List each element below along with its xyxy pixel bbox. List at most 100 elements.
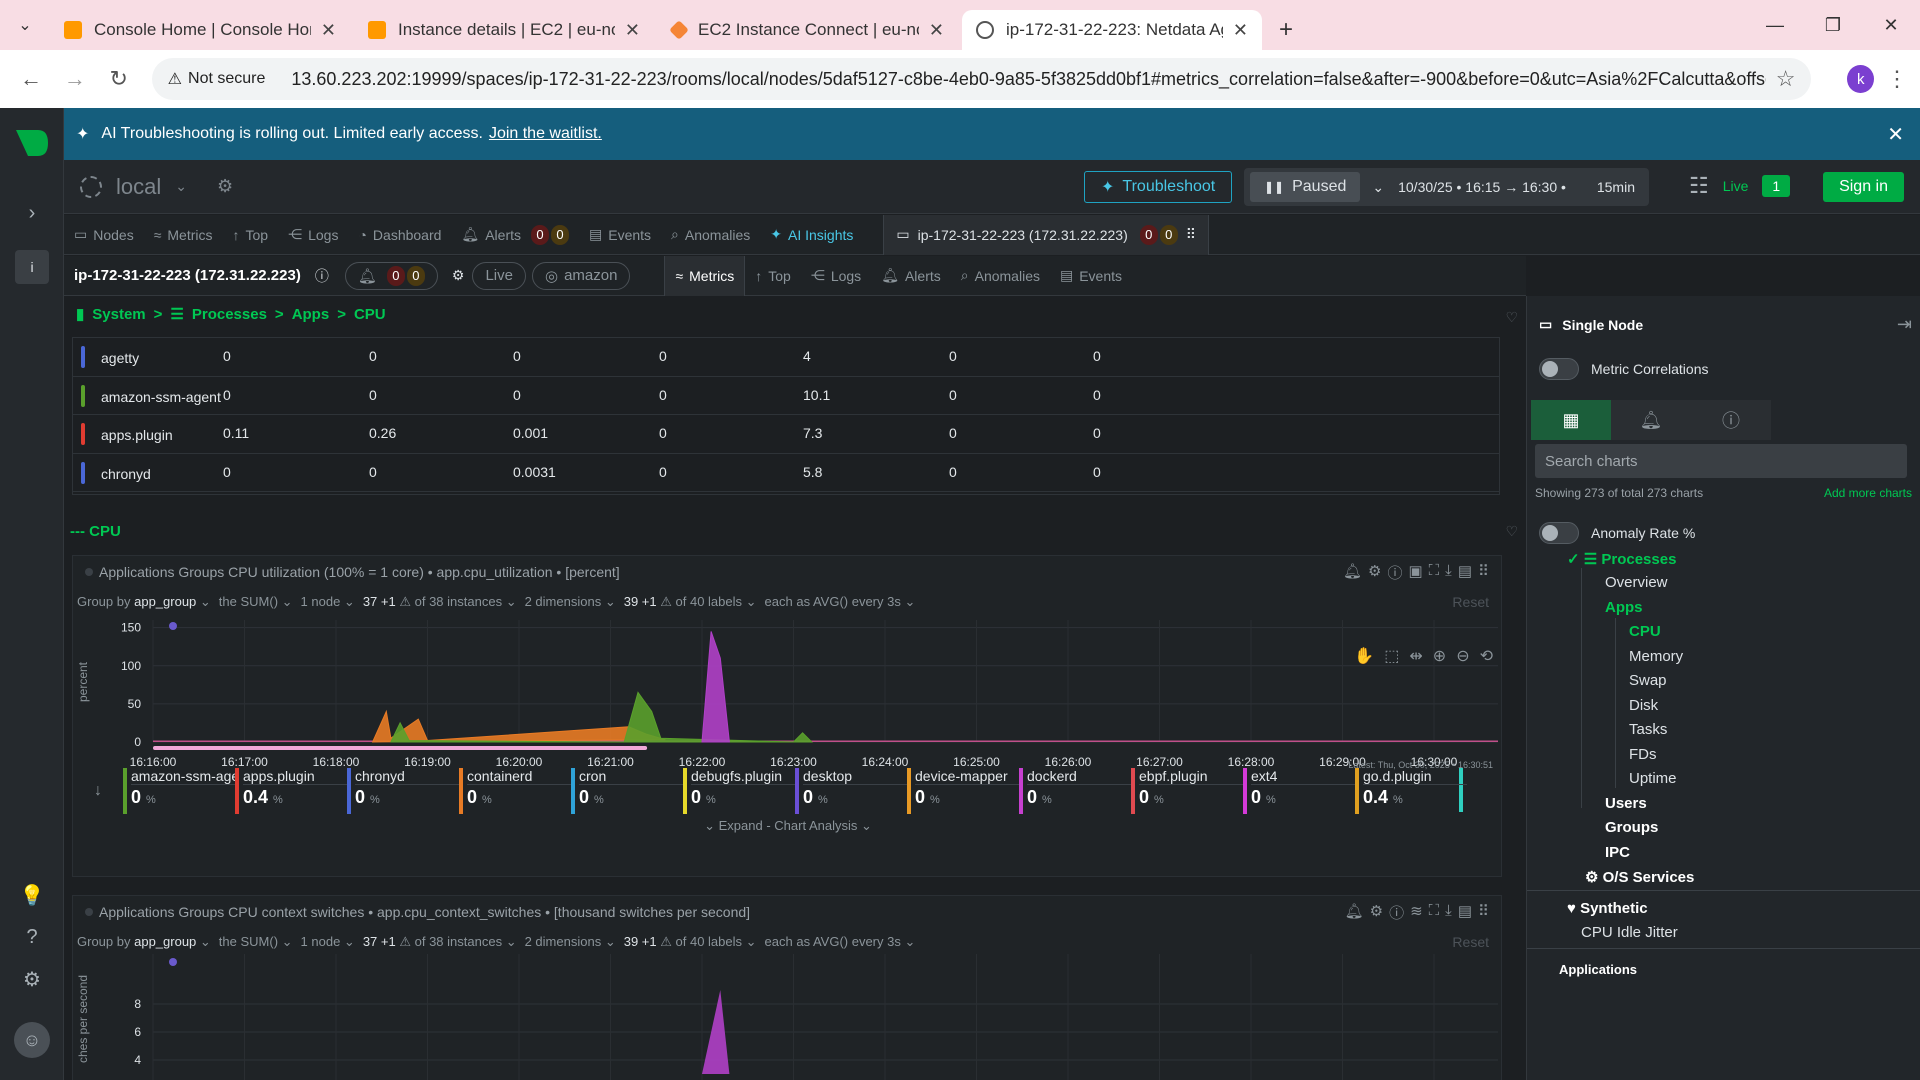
room-selector[interactable]: local ⌄ ⚙: [64, 174, 233, 200]
resolution-control[interactable]: each as AVG() every 3s ⌄: [765, 934, 916, 950]
cloud-pill[interactable]: ◎ amazon: [531, 261, 631, 290]
new-tab-plus-icon[interactable]: +: [1266, 10, 1306, 50]
node-alerts-pill[interactable]: 🔔︎ 00: [344, 261, 438, 290]
toc-cpu-idle-jitter[interactable]: CPU Idle Jitter: [1581, 924, 1678, 941]
toc-synthetic[interactable]: ♥ Synthetic: [1567, 900, 1648, 917]
browser-tab[interactable]: Instance details | EC2 | eu-north ✕: [354, 10, 654, 50]
dimensions-control[interactable]: 2 dimensions ⌄: [525, 934, 616, 950]
legend-item[interactable]: device-mapper 0 %: [907, 768, 1019, 814]
expand-chevron-icon[interactable]: ›: [0, 198, 64, 228]
zoom-reset-icon[interactable]: ⟲: [1480, 646, 1493, 666]
tab-search-chevron-icon[interactable]: ⌄: [0, 0, 50, 50]
toc-users[interactable]: Users: [1605, 795, 1647, 812]
info-icon[interactable]: ⓘ: [1389, 902, 1404, 923]
aggregation-control[interactable]: the SUM() ⌄: [219, 594, 293, 610]
expand-chart-analysis[interactable]: ⌄ Expand - Chart Analysis ⌄: [73, 818, 1503, 834]
tab-top[interactable]: ↑ Top: [223, 215, 279, 255]
live-pill[interactable]: Live: [472, 261, 526, 290]
chevron-down-icon[interactable]: ⌄: [1372, 179, 1384, 196]
user-avatar[interactable]: ☺: [0, 1020, 64, 1060]
save-icon[interactable]: ▤: [1458, 562, 1472, 583]
instances-control[interactable]: 37 +1 ⚠ of 38 instances ⌄: [363, 594, 517, 610]
toc-applications[interactable]: Applications: [1559, 962, 1637, 977]
close-tab-icon[interactable]: ✕: [929, 20, 944, 41]
bell-icon[interactable]: 🔔︎: [1343, 562, 1362, 583]
toc-os-services[interactable]: ⚙ O/S Services: [1585, 868, 1694, 886]
highlight-icon[interactable]: ⇹: [1409, 646, 1422, 666]
close-tab-icon[interactable]: ✕: [1233, 20, 1248, 41]
drag-handle-icon[interactable]: ⠿: [1478, 902, 1489, 923]
nodes-control[interactable]: 1 node ⌄: [301, 934, 355, 950]
toc-tasks[interactable]: Tasks: [1629, 721, 1667, 738]
legend-item[interactable]: ebpf.plugin 0 %: [1131, 768, 1243, 814]
help-icon[interactable]: ?: [0, 922, 64, 952]
reset-button[interactable]: Reset: [1452, 934, 1489, 950]
tab-events[interactable]: ▤ Events: [579, 215, 661, 255]
sign-in-button[interactable]: Sign in: [1823, 172, 1904, 202]
tab-alerts[interactable]: 🔔︎ Alerts 00: [451, 215, 579, 255]
browser-menu-icon[interactable]: ⋮: [1886, 66, 1908, 92]
inbox-icon[interactable]: ▣: [1408, 562, 1422, 583]
select-area-icon[interactable]: ⬚: [1384, 646, 1399, 666]
settings-gear-icon[interactable]: ⚙: [0, 964, 64, 994]
aggregation-control[interactable]: the SUM() ⌄: [219, 934, 293, 950]
labels-control[interactable]: 39 +1 ⚠ of 40 labels ⌄: [624, 594, 757, 610]
anomaly-rate-toggle[interactable]: [1539, 522, 1579, 544]
tab-ai-insights[interactable]: ✦ AI Insights: [760, 215, 863, 255]
waitlist-link[interactable]: Join the waitlist.: [489, 125, 602, 143]
legend-scroll-down-icon[interactable]: ↓: [73, 768, 123, 814]
add-more-charts-link[interactable]: Add more charts: [1824, 486, 1912, 500]
duration[interactable]: 15min: [1597, 179, 1635, 195]
download-icon[interactable]: ⤓: [1445, 902, 1452, 923]
subtab-top[interactable]: ↑ Top: [745, 256, 801, 296]
labels-control[interactable]: 39 +1 ⚠ of 40 labels ⌄: [624, 934, 757, 950]
back-arrow-icon[interactable]: ←: [12, 59, 50, 99]
toc-groups[interactable]: Groups: [1605, 819, 1658, 836]
node-settings-icon[interactable]: ⚙: [452, 267, 465, 284]
tab-metrics[interactable]: ≈ Metrics: [144, 215, 223, 255]
minimize-icon[interactable]: —: [1746, 0, 1804, 50]
toc-memory[interactable]: Memory: [1629, 648, 1683, 665]
browser-tab[interactable]: Console Home | Console Home ✕: [50, 10, 350, 50]
legend-item[interactable]: containerd 0 %: [459, 768, 571, 814]
subtab-anomalies[interactable]: ⌕ Anomalies: [951, 256, 1050, 296]
close-banner-icon[interactable]: ✕: [1887, 122, 1904, 147]
pan-hand-icon[interactable]: ✋: [1354, 646, 1374, 666]
browser-tab[interactable]: EC2 Instance Connect | eu-north ✕: [658, 10, 958, 50]
instances-control[interactable]: 37 +1 ⚠ of 38 instances ⌄: [363, 934, 517, 950]
filters-icon[interactable]: ⚙: [1370, 902, 1383, 923]
table-row[interactable]: amazon-ssm-agent 0 0 0 0 10.1 0 0: [73, 377, 1499, 415]
zoom-in-icon[interactable]: ⊕: [1433, 646, 1446, 666]
toc-cpu[interactable]: CPU: [1629, 623, 1661, 640]
toc-uptime[interactable]: Uptime: [1629, 770, 1677, 787]
info-circle-icon[interactable]: ⓘ: [315, 266, 329, 286]
zoom-out-icon[interactable]: ⊖: [1456, 646, 1469, 666]
group-by-control[interactable]: Group by app_group ⌄: [77, 594, 211, 610]
subtab-metrics[interactable]: ≈ Metrics: [664, 255, 746, 296]
nodes-list-icon[interactable]: ☷: [1689, 173, 1709, 199]
tab-logs[interactable]: ⋲ Logs: [278, 215, 348, 255]
filters-icon[interactable]: ⚙: [1368, 562, 1381, 583]
drag-handle-icon[interactable]: ⠿: [1478, 562, 1489, 583]
toc-fds[interactable]: FDs: [1629, 746, 1657, 763]
profile-avatar[interactable]: k: [1847, 65, 1874, 93]
legend-item[interactable]: ext4 0 %: [1243, 768, 1355, 814]
bookmark-star-icon[interactable]: ☆: [1776, 66, 1796, 92]
toc-ipc[interactable]: IPC: [1605, 844, 1630, 861]
info-icon[interactable]: i: [0, 250, 64, 284]
toc-overview[interactable]: Overview: [1605, 574, 1668, 591]
browser-tab-active[interactable]: ip-172-31-22-223: Netdata Age ✕: [962, 10, 1262, 50]
cpu-context-switches-plot[interactable]: 4 6 8 ches per second: [73, 954, 1503, 1080]
legend-item[interactable]: debugfs.plugin 0 %: [683, 768, 795, 814]
fullscreen-icon[interactable]: ⛶: [1429, 562, 1440, 583]
legend-item[interactable]: apps.plugin 0.4 %: [235, 768, 347, 814]
subtab-logs[interactable]: ⋲ Logs: [801, 256, 871, 296]
fullscreen-icon[interactable]: ⛶: [1429, 902, 1440, 923]
table-row[interactable]: chronyd 0 0 0.0031 0 5.8 0 0: [73, 454, 1499, 492]
restore-icon[interactable]: ❐: [1804, 0, 1862, 50]
troubleshoot-button[interactable]: ✦ Troubleshoot: [1084, 171, 1233, 203]
subtab-events[interactable]: ▤ Events: [1050, 256, 1132, 296]
tab-node[interactable]: ▭ ip-172-31-22-223 (172.31.22.223) 00 ⠿: [883, 214, 1210, 255]
collapse-panel-icon[interactable]: ⇥: [1897, 314, 1912, 335]
bell-icon[interactable]: 🔔︎: [1345, 902, 1364, 923]
